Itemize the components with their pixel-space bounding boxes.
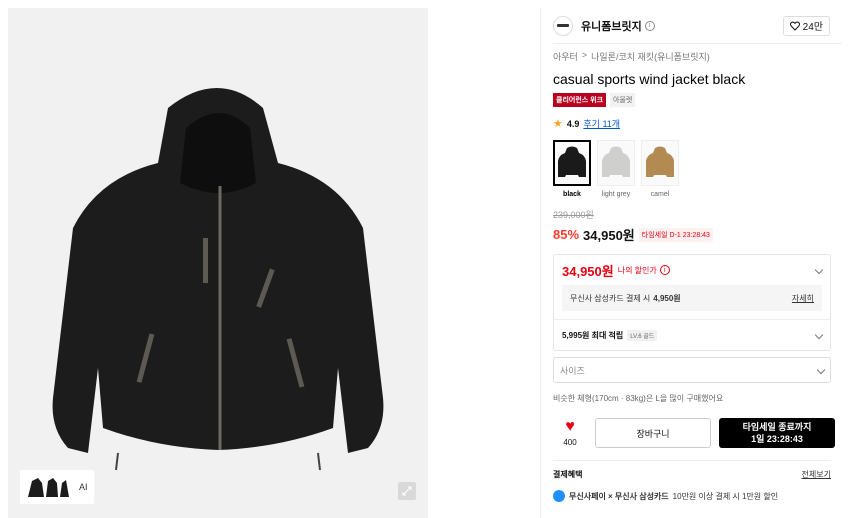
size-placeholder: 사이즈 (560, 365, 585, 376)
info-icon[interactable]: i (659, 265, 670, 275)
brand-like-button[interactable]: 24만 (782, 15, 830, 36)
purchase-actions: ♥ 400 장바구니 타임세일 종료까지 1일 23:28:43 (553, 418, 842, 448)
brand-name[interactable]: 유니폼브릿지 (581, 18, 642, 34)
color-option-black[interactable]: black (553, 140, 591, 198)
breadcrumb-item[interactable]: 아우터 (553, 50, 578, 63)
color-label: light grey (601, 191, 631, 198)
clearance-tag: 클리어런스 위크 (553, 93, 607, 107)
reviews-link[interactable]: 후기 11개 (583, 117, 620, 130)
payment-row-detail: 10만원 이상 결제 시 1만원 할인 (672, 491, 779, 501)
heart-filled-icon: ♥ (565, 418, 575, 435)
breadcrumb: 아우터 > 나일론/코치 재킷(유니폼브릿지) (553, 50, 842, 63)
wishlist-count: 400 (563, 438, 577, 447)
payment-benefit-row[interactable]: 무신사페이 × 무신사 삼성카드 10만원 이상 결제 시 1만원 할인 (553, 490, 831, 502)
level-badge: LV.6 골드 (627, 329, 658, 341)
sale-price: 34,950원 (583, 228, 635, 243)
breadcrumb-item[interactable]: 나일론/코치 재킷(유니폼브릿지) (591, 50, 710, 63)
chevron-down-icon (814, 330, 824, 340)
breadcrumb-separator: > (581, 50, 588, 60)
card-benefit-row: 무신사 삼성카드 결제 시 4,950원 자세히 (562, 285, 822, 311)
fit-note: 비슷한 체형(170cm · 83kg)은 L을 많이 구매했어요 (553, 394, 724, 403)
heart-icon (789, 21, 800, 31)
my-price-row[interactable]: 34,950원 나의 할인가 i (554, 255, 830, 285)
info-icon[interactable]: i (644, 20, 655, 31)
chevron-down-icon (814, 265, 824, 275)
brand-logo[interactable] (553, 15, 573, 36)
color-label: camel (650, 191, 670, 198)
payment-title: 결제혜택 (553, 470, 583, 479)
points-row[interactable]: 5,995원 최대 적립 LV.6 골드 (554, 320, 830, 350)
buy-now-button[interactable]: 타임세일 종료까지 1일 23:28:43 (719, 418, 835, 448)
product-image[interactable]: AI (8, 8, 428, 518)
star-icon: ★ (553, 118, 563, 130)
brand-header: 유니폼브릿지 i 24만 (553, 8, 842, 44)
points-text: 5,995원 최대 적립 (562, 330, 624, 340)
card-text: 무신사 삼성카드 결제 시 (570, 293, 651, 303)
jacket-image (52, 88, 384, 471)
details-link[interactable]: 자세히 (792, 293, 814, 304)
buy-label: 타임세일 종료까지 (742, 422, 812, 432)
timesale-badge: 타임세일 D-1 23:28:43 (638, 227, 713, 242)
product-info-panel: 유니폼브릿지 i 24만 아우터 > 나일론/코치 재킷(유니폼브릿지) cas… (540, 8, 842, 518)
color-options: black light grey camel (553, 140, 842, 198)
ai-badge: AI (79, 482, 88, 492)
color-option-light-grey[interactable]: light grey (597, 140, 635, 198)
benefit-box: 34,950원 나의 할인가 i 무신사 삼성카드 결제 시 4,950원 자세… (553, 254, 831, 351)
price-row: 85% 34,950원 타임세일 D-1 23:28:43 (553, 225, 842, 244)
payment-row-title: 무신사페이 × 무신사 삼성카드 (569, 491, 669, 501)
my-price-label: 나의 할인가 (617, 265, 657, 275)
pay-icon (553, 490, 565, 502)
card-price: 4,950원 (653, 293, 681, 303)
view-all-link[interactable]: 전체보기 (802, 469, 831, 480)
add-to-cart-button[interactable]: 장바구니 (595, 418, 711, 448)
product-tags: 클리어런스 위크 아울렛 (553, 93, 842, 107)
product-title: casual sports wind jacket black (553, 71, 746, 87)
color-option-camel[interactable]: camel (641, 140, 679, 198)
original-price: 239,000원 (553, 210, 594, 220)
rating-value: 4.9 (566, 118, 580, 129)
wishlist-button[interactable]: ♥ 400 (553, 418, 587, 448)
thumbnail-image[interactable] (23, 473, 73, 501)
discount-rate: 85% (553, 227, 580, 242)
chevron-down-icon (816, 365, 826, 375)
size-select[interactable]: 사이즈 (553, 357, 831, 383)
my-price: 34,950원 (562, 263, 614, 279)
outlet-tag: 아울렛 (610, 93, 636, 107)
color-label: black (563, 191, 581, 198)
brand-like-count: 24만 (802, 22, 823, 33)
buy-countdown: 1일 23:28:43 (751, 434, 803, 444)
expand-icon[interactable] (398, 482, 416, 500)
payment-benefits: 결제혜택 전체보기 무신사페이 × 무신사 삼성카드 10만원 이상 결제 시 … (553, 460, 831, 502)
rating-row: ★ 4.9 후기 11개 (553, 117, 842, 130)
thumbnail-strip[interactable]: AI (20, 470, 94, 504)
